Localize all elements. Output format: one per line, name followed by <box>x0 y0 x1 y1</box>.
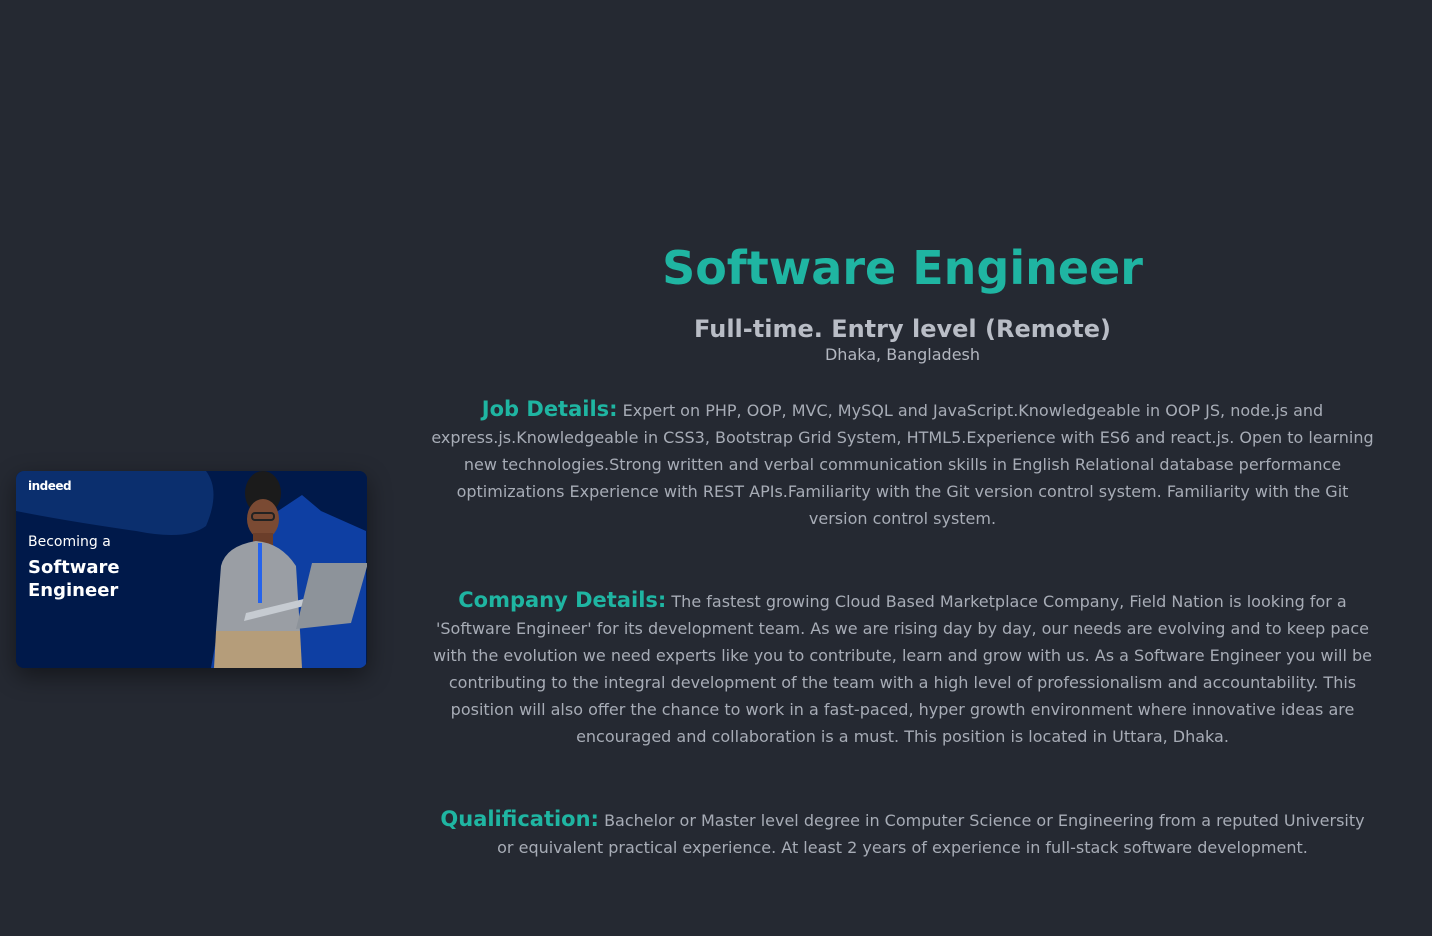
company-details-label: Company Details: <box>458 588 667 612</box>
banner-pre-title: Becoming a <box>28 534 111 550</box>
company-details-text: The fastest growing Cloud Based Marketpl… <box>433 592 1372 746</box>
job-detail-page: indeed Becoming a Software Engineer Soft… <box>0 0 1432 936</box>
job-location: Dhaka, Bangladesh <box>824 345 981 364</box>
job-type: Full-time. Entry level (Remote) <box>694 315 1111 343</box>
job-title: Software Engineer <box>662 241 1143 295</box>
banner-title: Software Engineer <box>28 557 120 601</box>
qualification-text: Bachelor or Master level degree in Compu… <box>497 811 1365 857</box>
job-info: Software Engineer Full-time. Entry level… <box>430 232 1375 861</box>
qualification-section: Qualification: Bachelor or Master level … <box>430 806 1375 861</box>
job-banner-image: indeed Becoming a Software Engineer <box>16 471 367 668</box>
job-details-label: Job Details: <box>481 397 618 421</box>
indeed-logo: indeed <box>28 479 72 493</box>
qualification-label: Qualification: <box>440 807 599 831</box>
company-details-section: Company Details: The fastest growing Clo… <box>430 587 1375 750</box>
job-details-section: Job Details: Expert on PHP, OOP, MVC, My… <box>430 396 1375 532</box>
